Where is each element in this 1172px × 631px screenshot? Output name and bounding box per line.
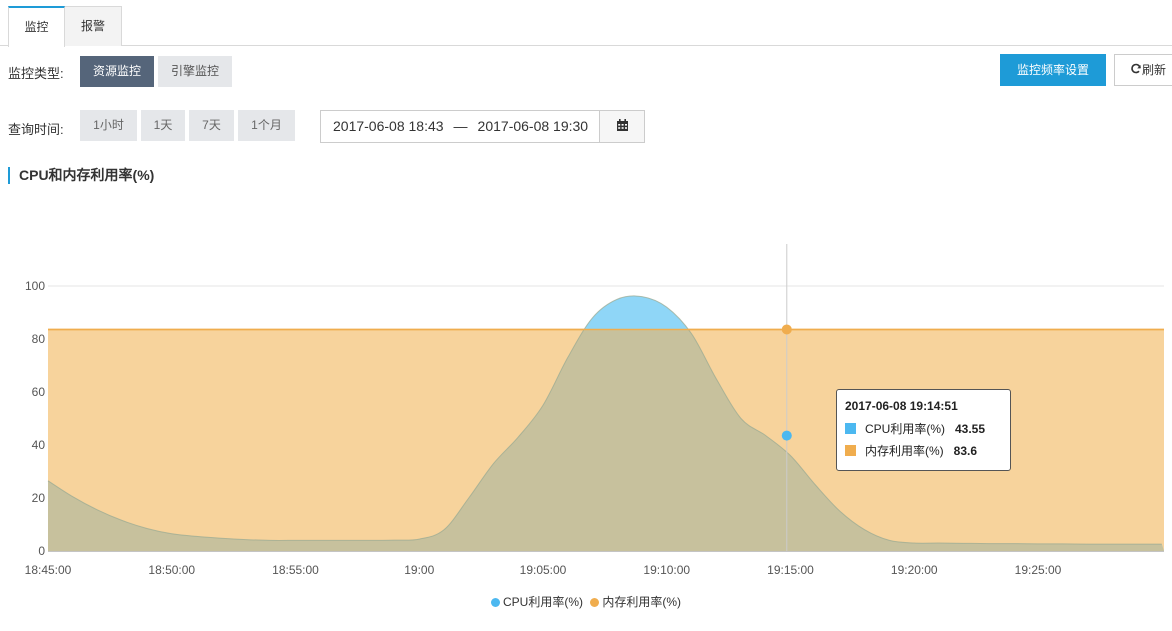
x-tick-label: 18:55:00 xyxy=(272,563,319,577)
cpu-point xyxy=(781,430,792,441)
legend-memory-label: 内存利用率(%) xyxy=(602,595,681,609)
tooltip-memory-value: 83.6 xyxy=(953,444,978,458)
x-tick-label: 19:15:00 xyxy=(767,563,814,577)
x-tick-label: 18:50:00 xyxy=(148,563,195,577)
refresh-label: 刷新 xyxy=(1142,63,1167,77)
range-1h-button[interactable]: 1小时 xyxy=(80,110,137,141)
cpu-swatch xyxy=(845,423,856,434)
date-range-input[interactable]: 2017-06-08 18:43 — 2017-06-08 19:30 xyxy=(320,110,600,143)
y-tick-label: 20 xyxy=(32,491,46,505)
refresh-icon xyxy=(1131,63,1141,74)
frequency-settings-button[interactable]: 监控频率设置 xyxy=(1000,54,1106,86)
calendar-icon xyxy=(617,119,628,131)
tooltip-row-memory: 内存利用率(%) 83.6 xyxy=(845,440,1002,462)
resource-monitor-button[interactable]: 资源监控 xyxy=(80,56,154,87)
tab-monitor[interactable]: 监控 xyxy=(8,6,65,47)
calendar-button[interactable] xyxy=(599,110,645,143)
tooltip-cpu-value: 43.55 xyxy=(955,422,986,436)
x-tick-label: 19:25:00 xyxy=(1015,563,1062,577)
memory-point xyxy=(781,324,792,335)
legend-cpu-label: CPU利用率(%) xyxy=(502,595,583,609)
tab-bar: 监控 报警 xyxy=(0,0,1172,47)
x-tick-label: 18:45:00 xyxy=(25,563,72,577)
y-tick-label: 60 xyxy=(32,385,46,399)
refresh-button[interactable]: 刷新 xyxy=(1114,54,1172,86)
engine-monitor-button[interactable]: 引擎监控 xyxy=(158,56,232,87)
range-1m-button[interactable]: 1个月 xyxy=(238,110,295,141)
chart-legend: CPU利用率(%) 内存利用率(%) xyxy=(0,593,1172,610)
range-1d-button[interactable]: 1天 xyxy=(141,110,185,141)
x-tick-label: 19:20:00 xyxy=(891,563,938,577)
y-tick-label: 0 xyxy=(38,544,45,558)
y-tick-label: 80 xyxy=(32,332,46,346)
y-tick-label: 100 xyxy=(25,279,45,293)
y-tick-label: 40 xyxy=(32,438,46,452)
memory-swatch xyxy=(845,445,856,456)
legend-item-memory[interactable]: 内存利用率(%) xyxy=(590,593,681,610)
chart-tooltip: 2017-06-08 19:14:51 CPU利用率(%) 43.55 内存利用率… xyxy=(836,389,1011,471)
monitor-type-label: 监控类型: xyxy=(8,66,64,81)
memory-legend-dot xyxy=(590,598,600,607)
date-end: 2017-06-08 19:30 xyxy=(477,118,589,134)
chart-section-title: CPU和内存利用率(%) xyxy=(8,167,154,184)
tooltip-row-cpu: CPU利用率(%) 43.55 xyxy=(845,418,1002,440)
tooltip-cpu-name: CPU利用率(%) xyxy=(865,422,945,436)
date-start: 2017-06-08 18:43 xyxy=(333,118,444,134)
tab-alarm[interactable]: 报警 xyxy=(65,6,122,46)
cpu-legend-dot xyxy=(490,598,500,607)
range-7d-button[interactable]: 7天 xyxy=(189,110,234,141)
date-separator: — xyxy=(453,118,468,134)
legend-item-cpu[interactable]: CPU利用率(%) xyxy=(490,593,583,610)
query-time-label: 查询时间: xyxy=(8,122,64,137)
x-tick-label: 19:05:00 xyxy=(520,563,567,577)
tooltip-memory-name: 内存利用率(%) xyxy=(865,444,944,458)
tooltip-time: 2017-06-08 19:14:51 xyxy=(845,399,958,413)
x-tick-label: 19:00 xyxy=(404,563,434,577)
x-tick-label: 19:10:00 xyxy=(643,563,690,577)
